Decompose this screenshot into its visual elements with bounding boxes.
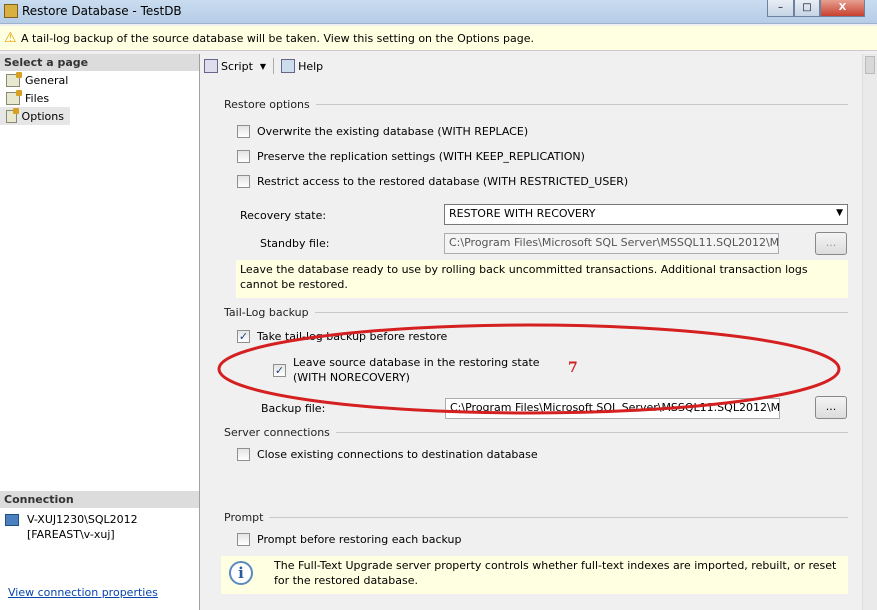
- close-connections-checkbox[interactable]: Close existing connections to destinatio…: [237, 448, 538, 461]
- prompt-before-restore-checkbox[interactable]: Prompt before restoring each backup: [237, 533, 462, 546]
- divider: [335, 432, 848, 433]
- info-icon: i: [229, 561, 253, 585]
- toolbar-divider: [273, 58, 275, 74]
- warning-text: A tail-log backup of the source database…: [21, 32, 534, 45]
- help-icon: [281, 59, 296, 73]
- checkbox[interactable]: [237, 125, 250, 138]
- preserve-replication-checkbox[interactable]: Preserve the replication settings (WITH …: [237, 150, 585, 163]
- recovery-note: Leave the database ready to use by rolli…: [236, 260, 848, 298]
- sidebar-item-label: Files: [25, 91, 50, 105]
- restrict-access-checkbox[interactable]: Restrict access to the restored database…: [237, 175, 628, 188]
- checkbox[interactable]: [237, 150, 250, 163]
- options-page: Script ▼ Help Restore options Overwrite t…: [201, 54, 861, 610]
- script-icon: [204, 59, 218, 73]
- warning-bar: ⚠ A tail-log backup of the source databa…: [0, 26, 877, 51]
- window-title: Restore Database - TestDB: [22, 4, 182, 18]
- server-icon: [5, 514, 19, 526]
- maximize-button[interactable]: □: [794, 0, 820, 17]
- select-value: RESTORE WITH RECOVERY: [449, 207, 596, 220]
- sidebar-item-general[interactable]: General: [0, 71, 199, 89]
- fulltext-info: i The Full-Text Upgrade server property …: [221, 556, 848, 594]
- section-title: Prompt: [224, 511, 264, 524]
- sidebar-item-files[interactable]: Files: [0, 89, 199, 107]
- red-ellipse-annotation: [217, 323, 841, 415]
- user-name: [FAREAST\v-xuj]: [27, 528, 115, 541]
- checkbox-label: Overwrite the existing database (WITH RE…: [257, 125, 529, 138]
- page-icon: [6, 107, 19, 123]
- section-title: Server connections: [224, 426, 330, 439]
- checkbox-label: Preserve the replication settings (WITH …: [257, 150, 585, 163]
- checkbox[interactable]: [237, 175, 250, 188]
- script-label: Script: [221, 59, 253, 73]
- scrollbar-thumb[interactable]: [865, 56, 875, 74]
- recovery-state-select[interactable]: RESTORE WITH RECOVERY ▼: [444, 204, 848, 225]
- title-bar: Restore Database - TestDB – □ X: [0, 0, 877, 24]
- vertical-scrollbar[interactable]: [862, 54, 877, 610]
- toolbar: Script ▼ Help: [201, 54, 861, 78]
- checkbox[interactable]: [237, 533, 250, 546]
- prompt-section: Prompt: [224, 511, 848, 524]
- standby-file-label: Standby file:: [260, 237, 330, 250]
- tail-log-section: Tail-Log backup: [224, 306, 848, 319]
- close-button[interactable]: X: [820, 0, 865, 17]
- section-title: Restore options: [224, 98, 310, 111]
- overwrite-checkbox[interactable]: Overwrite the existing database (WITH RE…: [237, 125, 528, 138]
- checkbox-label: Close existing connections to destinatio…: [257, 448, 538, 461]
- info-text: The Full-Text Upgrade server property co…: [274, 559, 837, 587]
- help-button[interactable]: Help: [281, 59, 323, 73]
- sidebar-item-label: Options: [21, 109, 64, 123]
- server-connections-section: Server connections: [224, 426, 848, 439]
- app-icon: [4, 4, 18, 18]
- chevron-down-icon: ▼: [836, 208, 843, 218]
- divider: [269, 517, 848, 518]
- view-connection-properties-link[interactable]: View connection properties: [8, 586, 158, 599]
- connection-header: Connection: [0, 491, 199, 508]
- standby-browse-button[interactable]: ...: [815, 232, 847, 255]
- sidebar-item-label: General: [25, 73, 69, 87]
- standby-file-input[interactable]: C:\Program Files\Microsoft SQL Server\MS…: [444, 233, 779, 254]
- warning-icon: ⚠: [4, 30, 17, 46]
- sidebar-item-options[interactable]: Options: [0, 107, 70, 125]
- chevron-down-icon[interactable]: ▼: [260, 62, 266, 71]
- checkbox-label: Prompt before restoring each backup: [257, 533, 462, 546]
- select-page-header: Select a page: [0, 54, 199, 71]
- server-name: V-XUJ1230\SQL2012: [27, 513, 138, 526]
- divider: [314, 312, 848, 313]
- restore-options-section: Restore options: [224, 98, 848, 111]
- minimize-button[interactable]: –: [767, 0, 794, 17]
- section-title: Tail-Log backup: [224, 306, 309, 319]
- page-selector-panel: Select a page General Files Options Conn…: [0, 54, 200, 610]
- recovery-state-label: Recovery state:: [240, 209, 327, 222]
- checkbox-label: Restrict access to the restored database…: [257, 175, 629, 188]
- page-icon: [6, 89, 22, 105]
- script-button[interactable]: Script ▼: [204, 59, 266, 73]
- checkbox[interactable]: [237, 448, 250, 461]
- divider: [315, 104, 848, 105]
- help-label: Help: [298, 59, 324, 73]
- page-icon: [6, 71, 22, 87]
